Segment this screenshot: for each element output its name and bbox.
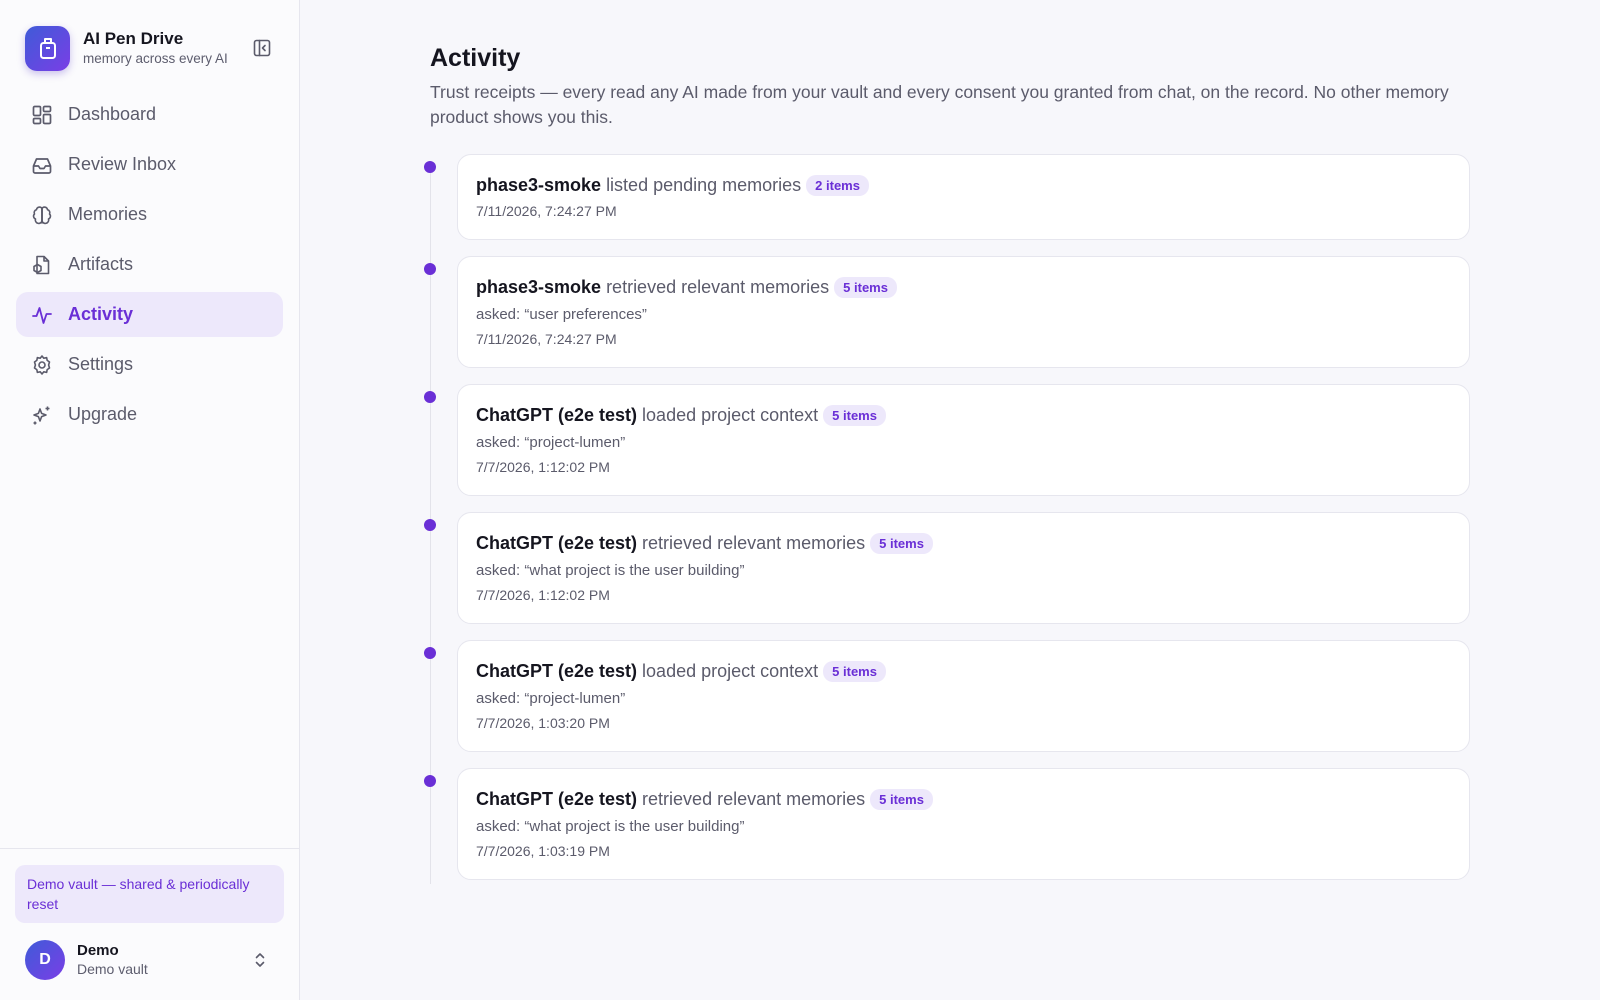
sidebar-item-review-inbox[interactable]: Review Inbox <box>16 142 283 187</box>
brain-icon <box>30 203 54 227</box>
app-root: AI Pen Drive memory across every AI Dash… <box>0 0 1600 1000</box>
activity-card[interactable]: ChatGPT (e2e test) loaded project contex… <box>457 384 1470 496</box>
timeline-dot <box>424 647 436 659</box>
item-count-badge: 2 items <box>806 174 869 196</box>
activity-action: loaded project context <box>642 661 819 681</box>
activity-actor: phase3-smoke <box>476 175 602 195</box>
sidebar-collapse-icon <box>253 39 271 57</box>
activity-timestamp: 7/7/2026, 1:12:02 PM <box>476 587 610 603</box>
activity-actor: phase3-smoke <box>476 277 602 297</box>
activity-timestamp: 7/11/2026, 7:24:27 PM <box>476 331 617 347</box>
activity-headline: ChatGPT (e2e test) retrieved relevant me… <box>476 787 1451 811</box>
sidebar-item-label: Settings <box>68 354 134 374</box>
activity-actor: ChatGPT (e2e test) <box>476 661 638 681</box>
user-vault: Demo vault <box>77 961 148 977</box>
activity-card[interactable]: ChatGPT (e2e test) retrieved relevant me… <box>457 512 1470 624</box>
activity-headline: ChatGPT (e2e test) loaded project contex… <box>476 403 1451 427</box>
dashboard-icon <box>30 103 54 127</box>
user-name: Demo <box>77 942 119 959</box>
item-count-badge: 5 items <box>870 532 933 554</box>
timeline-entry: ChatGPT (e2e test) retrieved relevant me… <box>424 512 1470 624</box>
avatar: D <box>25 940 65 980</box>
timeline-dot <box>424 519 436 531</box>
page-title: Activity <box>430 44 521 72</box>
activity-timestamp: 7/7/2026, 1:03:19 PM <box>476 843 610 859</box>
activity-query: asked: “what project is the user buildin… <box>476 562 745 579</box>
demo-vault-banner: Demo vault — shared & periodically reset <box>15 865 284 923</box>
activity-headline: ChatGPT (e2e test) loaded project contex… <box>476 659 1451 683</box>
gear-icon <box>30 353 54 377</box>
timeline-dot <box>424 263 436 275</box>
activity-action: listed pending memories <box>606 175 802 195</box>
logo-icon <box>25 25 70 71</box>
sidebar-item-label: Artifacts <box>68 254 134 274</box>
activity-headline: phase3-smoke retrieved relevant memories… <box>476 275 1451 299</box>
page-description: Trust receipts — every read any AI made … <box>430 82 1449 127</box>
brand-text: AI Pen Drive memory across every AI <box>83 29 249 68</box>
sidebar-item-memories[interactable]: Memories <box>16 192 283 237</box>
brand: AI Pen Drive memory across every AI <box>0 0 299 72</box>
activity-card[interactable]: phase3-smoke listed pending memories 2 i… <box>457 154 1470 240</box>
item-count-badge: 5 items <box>870 788 933 810</box>
activity-card[interactable]: phase3-smoke retrieved relevant memories… <box>457 256 1470 368</box>
timeline-entry: ChatGPT (e2e test) loaded project contex… <box>424 640 1470 752</box>
sidebar-item-activity[interactable]: Activity <box>16 292 283 337</box>
sidebar: AI Pen Drive memory across every AI Dash… <box>0 0 300 1000</box>
item-count-badge: 5 items <box>834 276 897 298</box>
artifact-icon <box>30 253 54 277</box>
activity-card[interactable]: ChatGPT (e2e test) retrieved relevant me… <box>457 768 1470 880</box>
sidebar-footer: Demo vault — shared & periodically reset… <box>0 848 299 1000</box>
brand-tagline: memory across every AI <box>83 50 228 66</box>
timeline-entry: phase3-smoke retrieved relevant memories… <box>424 256 1470 368</box>
sidebar-item-settings[interactable]: Settings <box>16 342 283 387</box>
sidebar-item-label: Review Inbox <box>68 154 177 174</box>
activity-icon <box>30 303 54 327</box>
brand-name: AI Pen Drive <box>83 28 184 48</box>
activity-timestamp: 7/7/2026, 1:12:02 PM <box>476 459 610 475</box>
activity-query: asked: “project-lumen” <box>476 434 626 451</box>
item-count-badge: 5 items <box>823 404 886 426</box>
timeline-entry: ChatGPT (e2e test) retrieved relevant me… <box>424 768 1470 880</box>
activity-action: loaded project context <box>642 405 819 425</box>
sidebar-item-label: Upgrade <box>68 404 138 424</box>
activity-headline: phase3-smoke listed pending memories 2 i… <box>476 173 1451 197</box>
sidebar-item-upgrade[interactable]: Upgrade <box>16 392 283 437</box>
timeline-dot <box>424 161 436 173</box>
user-info: Demo Demo vault <box>77 941 248 979</box>
activity-actor: ChatGPT (e2e test) <box>476 789 638 809</box>
sidebar-nav: Dashboard Review Inbox Memories Artifact… <box>0 92 299 442</box>
activity-query: asked: “user preferences” <box>476 306 647 323</box>
user-switcher[interactable]: D Demo Demo vault <box>15 940 284 980</box>
activity-timestamp: 7/11/2026, 7:24:27 PM <box>476 203 617 219</box>
activity-actor: ChatGPT (e2e test) <box>476 405 638 425</box>
activity-query: asked: “project-lumen” <box>476 690 626 707</box>
activity-headline: ChatGPT (e2e test) retrieved relevant me… <box>476 531 1451 555</box>
sidebar-item-label: Memories <box>68 204 148 224</box>
timeline-dot <box>424 775 436 787</box>
activity-query: asked: “what project is the user buildin… <box>476 818 745 835</box>
sidebar-item-label: Activity <box>68 304 134 324</box>
activity-timeline: phase3-smoke listed pending memories 2 i… <box>424 154 1470 884</box>
collapse-sidebar-button[interactable] <box>249 35 275 61</box>
sidebar-item-dashboard[interactable]: Dashboard <box>16 92 283 137</box>
timeline-dot <box>424 391 436 403</box>
item-count-badge: 5 items <box>823 660 886 682</box>
activity-action: retrieved relevant memories <box>642 789 866 809</box>
inbox-icon <box>30 153 54 177</box>
activity-action: retrieved relevant memories <box>606 277 830 297</box>
sparkles-icon <box>30 403 54 427</box>
activity-actor: ChatGPT (e2e test) <box>476 533 638 553</box>
sidebar-item-label: Dashboard <box>68 104 157 124</box>
activity-card[interactable]: ChatGPT (e2e test) loaded project contex… <box>457 640 1470 752</box>
timeline-entry: phase3-smoke listed pending memories 2 i… <box>424 154 1470 240</box>
activity-action: retrieved relevant memories <box>642 533 866 553</box>
main-content: Activity Trust receipts — every read any… <box>300 0 1600 1000</box>
chevron-up-down-icon <box>248 951 272 969</box>
timeline-entry: ChatGPT (e2e test) loaded project contex… <box>424 384 1470 496</box>
activity-timestamp: 7/7/2026, 1:03:20 PM <box>476 715 610 731</box>
sidebar-item-artifacts[interactable]: Artifacts <box>16 242 283 287</box>
